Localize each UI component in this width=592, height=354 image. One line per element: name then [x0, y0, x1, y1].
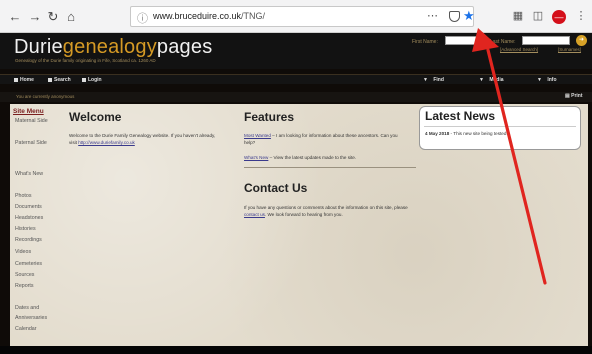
bookmark-star-icon[interactable]: ★: [463, 8, 475, 24]
pocket-icon[interactable]: [449, 11, 460, 22]
contact-text-before: If you have any questions or comments ab…: [244, 205, 408, 210]
surnames-link[interactable]: [Surnames]: [558, 47, 581, 52]
news-divider: [424, 126, 576, 127]
first-name-label: First Name:: [412, 39, 438, 45]
features-heading: Features: [244, 110, 295, 124]
bottom-strip: [0, 346, 592, 354]
welcome-heading: Welcome: [69, 110, 122, 124]
whats-new-text: – View the latest updates made to the si…: [268, 155, 357, 160]
whats-new-link[interactable]: What's New: [244, 155, 268, 160]
welcome-text: Welcome to the Durie Family Genealogy we…: [69, 132, 224, 146]
last-name-label: Last Name:: [490, 39, 516, 45]
nav-media-label: Media: [489, 77, 504, 83]
section-divider: [244, 167, 416, 168]
url-text[interactable]: www.bruceduire.co.uk/TNG/: [153, 11, 265, 21]
menu-item-documents[interactable]: Documents: [15, 204, 42, 210]
nav-search[interactable]: Search: [48, 77, 71, 83]
first-name-input[interactable]: [445, 36, 483, 45]
login-status: You are currently anonymous: [16, 94, 75, 99]
nav-info-label: Info: [547, 77, 557, 83]
menu-item-dates-and[interactable]: Dates and: [15, 305, 39, 311]
menu-item-calendar[interactable]: Calendar: [15, 326, 37, 332]
logo-accent: genealogy: [62, 36, 157, 58]
menu-item-photos[interactable]: Photos: [15, 193, 32, 199]
home-icon[interactable]: ⌂: [62, 8, 80, 26]
news-text: - This new site being tested: [449, 131, 507, 136]
contact-heading: Contact Us: [244, 181, 308, 195]
content-area: Site Menu Maternal Side Paternal Side Wh…: [10, 104, 588, 354]
nav-find[interactable]: ▼ Find: [423, 77, 444, 83]
contact-us-link[interactable]: contact us: [244, 212, 265, 217]
site-info-icon[interactable]: ⓘ: [137, 10, 148, 26]
menu-item-paternal-side[interactable]: Paternal Side: [15, 140, 47, 146]
advanced-search-link[interactable]: [Advanced Search]: [500, 47, 538, 52]
nav-home[interactable]: Home: [14, 77, 34, 83]
address-bar[interactable]: ⓘ www.bruceduire.co.uk/TNG/ ⋯ ★: [130, 6, 475, 27]
feature-whats-new: What's New – View the latest updates mad…: [244, 154, 409, 161]
home-nav-icon: [14, 77, 18, 82]
site-logo[interactable]: Duriegenealogypages: [14, 36, 212, 59]
site-tagline: Genealogy of the Durie family originatin…: [15, 58, 156, 63]
nav-info[interactable]: ▼ Info: [537, 77, 557, 83]
last-name-input[interactable]: [522, 36, 570, 45]
nav-media[interactable]: ▼ Media: [479, 77, 504, 83]
reload-icon[interactable]: ↻: [44, 8, 62, 26]
browser-toolbar: ← → ↻ ⌂ ⓘ www.bruceduire.co.uk/TNG/ ⋯ ★ …: [0, 0, 592, 33]
most-wanted-link[interactable]: Most Wanted: [244, 133, 271, 138]
main-nav: Home Search Login ▼ Find ▼ Media ▼ Info: [0, 74, 592, 84]
menu-item-sources[interactable]: Sources: [15, 272, 34, 278]
search-nav-icon: [48, 77, 52, 82]
menu-item-recordings[interactable]: Recordings: [15, 237, 42, 243]
latest-news-box: Latest News 4 May 2018 - This new site b…: [419, 106, 581, 150]
site-menu-title[interactable]: Site Menu: [13, 108, 44, 115]
forward-icon[interactable]: →: [26, 8, 44, 26]
site-menu: Site Menu Maternal Side Paternal Side Wh…: [10, 104, 60, 354]
menu-item-anniversaries[interactable]: Anniversaries: [15, 315, 47, 321]
nav-find-label: Find: [433, 77, 444, 83]
url-path: /TNG/: [241, 11, 266, 21]
login-nav-icon: [82, 77, 86, 82]
menu-item-reports[interactable]: Reports: [15, 283, 34, 289]
logo-tail: pages: [156, 36, 213, 58]
web-page: Duriegenealogypages Genealogy of the Dur…: [0, 33, 592, 354]
logo-main: Durie: [14, 36, 63, 58]
menu-item-maternal-side[interactable]: Maternal Side: [15, 118, 48, 124]
menu-item-headstones[interactable]: Headstones: [15, 215, 43, 221]
print-button[interactable]: ▤ Print: [565, 93, 583, 99]
news-item: 4 May 2018 - This new site being tested: [425, 131, 506, 136]
url-host: www.bruceduire.co.uk: [153, 11, 242, 21]
contact-text-after: . We look forward to hearing from you.: [264, 212, 343, 217]
nav-login-label: Login: [88, 77, 102, 83]
feature-most-wanted: Most Wanted – I am looking for informati…: [244, 132, 409, 146]
site-header: Duriegenealogypages Genealogy of the Dur…: [0, 33, 592, 69]
latest-news-heading: Latest News: [425, 109, 496, 123]
library-icon[interactable]: ▦: [510, 8, 526, 24]
status-bar: You are currently anonymous ▤ Print: [0, 92, 592, 102]
nav-home-label: Home: [20, 77, 34, 83]
nav-search-label: Search: [54, 77, 71, 83]
page-actions-icon[interactable]: ⋯: [427, 9, 438, 22]
stop-icon[interactable]: —: [552, 10, 566, 24]
menu-item-cemeteries[interactable]: Cemeteries: [15, 261, 42, 267]
menu-item-videos[interactable]: Videos: [15, 249, 31, 255]
nav-login[interactable]: Login: [82, 77, 102, 83]
print-label: Print: [571, 93, 583, 99]
menu-icon[interactable]: ⋮: [573, 8, 589, 24]
menu-item-histories[interactable]: Histories: [15, 226, 36, 232]
back-icon[interactable]: ←: [6, 8, 24, 26]
duriefamily-link[interactable]: http://www.duriefamily.co.uk: [78, 140, 135, 145]
contact-text: If you have any questions or comments ab…: [244, 204, 409, 218]
news-date: 4 May 2018: [425, 131, 450, 136]
search-go-button[interactable]: ➜: [576, 35, 587, 46]
menu-item-whats-new[interactable]: What's New: [15, 171, 43, 177]
sidebar-icon[interactable]: ◫: [530, 8, 546, 24]
